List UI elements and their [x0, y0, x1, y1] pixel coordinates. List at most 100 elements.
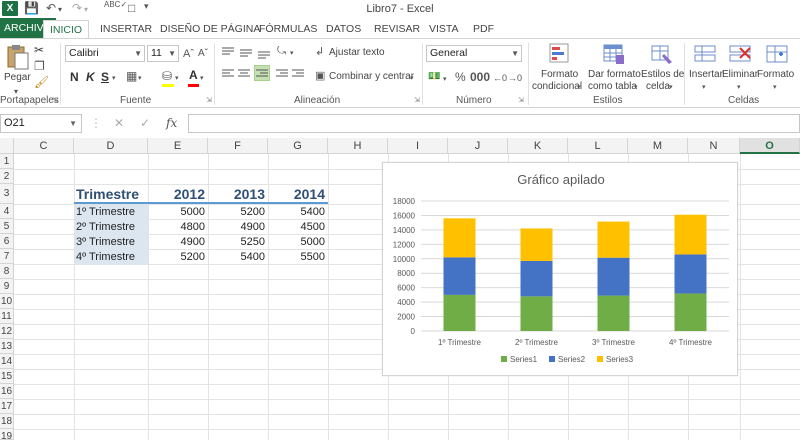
table-cell[interactable]: 5400 [268, 205, 328, 220]
tab-vista[interactable]: VISTA [423, 20, 465, 38]
format-as-table-label-2[interactable]: como tabla [588, 81, 637, 92]
delete-cells-icon[interactable] [728, 42, 752, 66]
row-header[interactable]: 3 [0, 184, 14, 204]
column-header-i[interactable]: I [388, 138, 448, 154]
bold-button[interactable]: N [70, 70, 79, 84]
wrap-text-button[interactable]: Ajustar texto [329, 47, 385, 58]
more-options-icon[interactable]: ⋮ [90, 116, 102, 130]
table-cell[interactable]: 1º Trimestre [75, 205, 148, 220]
column-header-d[interactable]: D [74, 138, 148, 154]
column-header-o[interactable]: O [740, 138, 800, 154]
tab-diseno-de-pagina[interactable]: DISEÑO DE PÁGINA [154, 20, 266, 38]
table-cell[interactable]: 3º Trimestre [75, 235, 148, 250]
accounting-dropdown-icon[interactable]: ▾ [443, 73, 447, 87]
cell-styles-dropdown-icon[interactable]: ▾ [669, 81, 673, 95]
conditional-format-label-1[interactable]: Formato [541, 69, 578, 80]
table-cell[interactable]: 5000 [268, 235, 328, 250]
format-cells-icon[interactable] [765, 42, 789, 66]
format-cells-button[interactable]: Formato [757, 69, 794, 80]
underline-dropdown-icon[interactable]: ▾ [112, 72, 116, 86]
table-cell[interactable]: 4º Trimestre [75, 250, 148, 265]
row-header[interactable]: 15 [0, 369, 14, 384]
conditional-dropdown-icon[interactable]: ▾ [577, 81, 581, 95]
copy-icon[interactable]: ❐ [34, 59, 45, 73]
table-cell[interactable]: 4500 [268, 220, 328, 235]
row-header[interactable]: 11 [0, 309, 14, 324]
italic-button[interactable]: K [86, 70, 95, 84]
row-header[interactable]: 7 [0, 249, 14, 264]
row-header[interactable]: 9 [0, 279, 14, 294]
percent-icon[interactable]: % [455, 70, 466, 84]
chart-object[interactable]: Gráfico apilado 0 2000 4000 6000 8000 10000 120… [382, 162, 738, 376]
cut-icon[interactable]: ✂ [34, 43, 44, 57]
insert-function-button[interactable]: fx [166, 116, 177, 130]
orientation-dropdown-icon[interactable]: ▾ [290, 47, 294, 61]
table-cell[interactable]: 4900 [148, 235, 208, 250]
cell-styles-label-2[interactable]: celda [646, 81, 670, 92]
borders-dropdown-icon[interactable]: ▾ [138, 72, 142, 86]
format-as-table-icon[interactable] [602, 42, 626, 66]
row-header[interactable]: 10 [0, 294, 14, 309]
table-header-cell[interactable]: Trimestre [76, 185, 148, 203]
comma-style-icon[interactable]: 000 [470, 70, 490, 84]
column-header-e[interactable]: E [148, 138, 208, 154]
row-header[interactable]: 2 [0, 169, 14, 184]
row-header[interactable]: 14 [0, 354, 14, 369]
row-header[interactable]: 13 [0, 339, 14, 354]
table-cell[interactable]: 5200 [148, 250, 208, 265]
column-header-f[interactable]: F [208, 138, 268, 154]
table-dropdown-icon[interactable]: ▾ [634, 81, 638, 95]
format-as-table-label-1[interactable]: Dar formato [588, 69, 641, 80]
table-header-cell[interactable]: 2012 [148, 185, 208, 203]
underline-button[interactable]: S [101, 70, 109, 84]
table-header-cell[interactable]: 2013 [208, 185, 268, 203]
font-size-combo[interactable]: 11 ▼ [147, 45, 179, 62]
table-header-cell[interactable]: 2014 [268, 185, 328, 203]
tab-inicio[interactable]: INICIO [43, 20, 90, 39]
table-cell[interactable]: 5400 [208, 250, 268, 265]
conditional-format-icon[interactable] [548, 42, 572, 66]
formula-input[interactable] [188, 114, 800, 133]
insert-dropdown-icon[interactable]: ▾ [702, 81, 706, 95]
enter-icon[interactable]: ✓ [140, 116, 150, 130]
row-header[interactable]: 16 [0, 384, 14, 399]
clipboard-launcher-icon[interactable]: ⇲ [52, 96, 58, 104]
format-painter-icon[interactable]: 🖌 [34, 75, 49, 89]
table-cell[interactable]: 5500 [268, 250, 328, 265]
row-header[interactable]: 4 [0, 204, 14, 219]
grow-font-icon[interactable]: Aˆ [183, 47, 194, 61]
decrease-decimal-icon[interactable]: →0 [508, 71, 522, 85]
shrink-font-icon[interactable]: Aˇ [198, 47, 208, 61]
table-cell[interactable]: 5250 [208, 235, 268, 250]
cancel-icon[interactable]: ✕ [114, 116, 124, 130]
wrap-text-icon[interactable]: ↲ [315, 45, 324, 59]
name-box[interactable]: O21 ▼ [0, 114, 82, 133]
column-header-c[interactable]: C [14, 138, 74, 154]
merge-dropdown-icon[interactable]: ▾ [410, 72, 414, 86]
table-cell[interactable]: 2º Trimestre [75, 220, 148, 235]
tab-formulas[interactable]: FÓRMULAS [253, 20, 323, 38]
table-cell[interactable]: 4900 [208, 220, 268, 235]
insert-cells-button[interactable]: Insertar [689, 69, 723, 80]
column-header-m[interactable]: M [628, 138, 688, 154]
column-header-j[interactable]: J [448, 138, 508, 154]
row-header[interactable]: 5 [0, 219, 14, 234]
select-all-corner[interactable] [0, 138, 14, 154]
paste-button[interactable]: Pegar [4, 72, 31, 83]
conditional-format-label-2[interactable]: condicional [532, 81, 582, 92]
column-header-g[interactable]: G [268, 138, 328, 154]
fill-color-icon[interactable]: ⛁ [162, 69, 172, 83]
tab-insertar[interactable]: INSERTAR [94, 20, 158, 38]
tab-pdf[interactable]: PDF [467, 20, 500, 38]
tab-revisar[interactable]: REVISAR [368, 20, 426, 38]
accounting-format-icon[interactable]: 💵 [428, 70, 440, 84]
row-header[interactable]: 18 [0, 414, 14, 429]
font-color-dropdown-icon[interactable]: ▾ [200, 72, 204, 86]
delete-dropdown-icon[interactable]: ▾ [737, 81, 741, 95]
merge-center-button[interactable]: Combinar y centrar [329, 71, 414, 82]
merge-center-icon[interactable]: ▣ [315, 69, 325, 83]
number-launcher-icon[interactable]: ⇲ [518, 96, 524, 104]
number-format-combo[interactable]: General ▼ [426, 45, 522, 62]
table-cell[interactable]: 5000 [148, 205, 208, 220]
column-header-k[interactable]: K [508, 138, 568, 154]
